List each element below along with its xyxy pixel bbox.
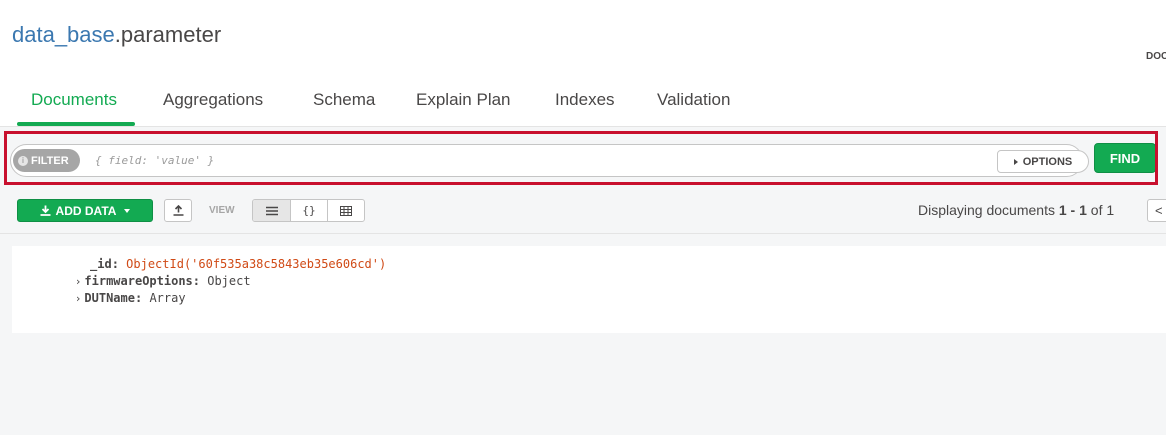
json-view-button[interactable]: {} (290, 200, 327, 221)
highlight-box (4, 131, 1158, 185)
list-view-button[interactable] (253, 200, 290, 221)
view-label: VIEW (209, 205, 235, 216)
of-label: of (1086, 202, 1107, 218)
document-card[interactable]: _id: ObjectId('60f535a38c5843eb35e606cd'… (12, 246, 1166, 333)
upload-icon (173, 205, 183, 216)
previous-page-button[interactable]: < (1147, 199, 1166, 222)
documents-toolbar: ADD DATA VIEW {} Displaying documents 1 … (0, 191, 1166, 234)
range-end: 1 (1079, 202, 1087, 218)
collection-tabs: Documents Aggregations Schema Explain Pl… (0, 80, 1166, 126)
field-value: ObjectId('60f535a38c5843eb35e606cd') (126, 257, 387, 271)
field-key: firmwareOptions (84, 274, 193, 288)
view-switcher: {} (252, 199, 365, 222)
caret-down-icon (124, 208, 131, 213)
table-view-button[interactable] (327, 200, 364, 221)
tab-schema[interactable]: Schema (313, 90, 375, 110)
database-link[interactable]: data_base (12, 22, 115, 47)
tab-validation[interactable]: Validation (657, 90, 730, 110)
documents-count-label: DOC (1146, 51, 1166, 62)
tab-documents[interactable]: Documents (17, 90, 135, 126)
tab-aggregations[interactable]: Aggregations (163, 90, 263, 110)
add-data-label: ADD DATA (55, 203, 117, 218)
field-key: _id (90, 257, 112, 271)
export-button[interactable] (164, 199, 192, 222)
field-value: Array (149, 291, 186, 305)
tab-explain-plan[interactable]: Explain Plan (416, 90, 511, 110)
collection-name: .parameter (114, 22, 222, 47)
download-icon (40, 205, 51, 216)
field-row-dut-name[interactable]: › DUTName: Array (76, 291, 186, 305)
range-separator: - (1066, 202, 1080, 218)
displaying-prefix: Displaying documents (918, 202, 1059, 218)
braces-icon: {} (302, 204, 316, 217)
table-icon (340, 205, 352, 216)
namespace-title: data_base.parameter (12, 22, 221, 48)
add-data-button[interactable]: ADD DATA (17, 199, 153, 222)
displaying-documents-text: Displaying documents 1 - 1 of 1 (918, 202, 1114, 218)
documents-list: _id: ObjectId('60f535a38c5843eb35e606cd'… (0, 234, 1166, 435)
range-start: 1 (1058, 202, 1067, 218)
field-row-firmware-options[interactable]: › firmwareOptions: Object (76, 274, 251, 288)
chevron-right-icon[interactable]: › (76, 275, 80, 288)
chevron-right-icon[interactable]: › (76, 292, 80, 305)
list-icon (265, 206, 278, 215)
total-count: 1 (1106, 202, 1115, 218)
field-value: Object (207, 274, 251, 288)
field-row-id: _id: ObjectId('60f535a38c5843eb35e606cd'… (90, 257, 387, 271)
field-key: DUTName (84, 291, 135, 305)
tab-indexes[interactable]: Indexes (555, 90, 615, 110)
